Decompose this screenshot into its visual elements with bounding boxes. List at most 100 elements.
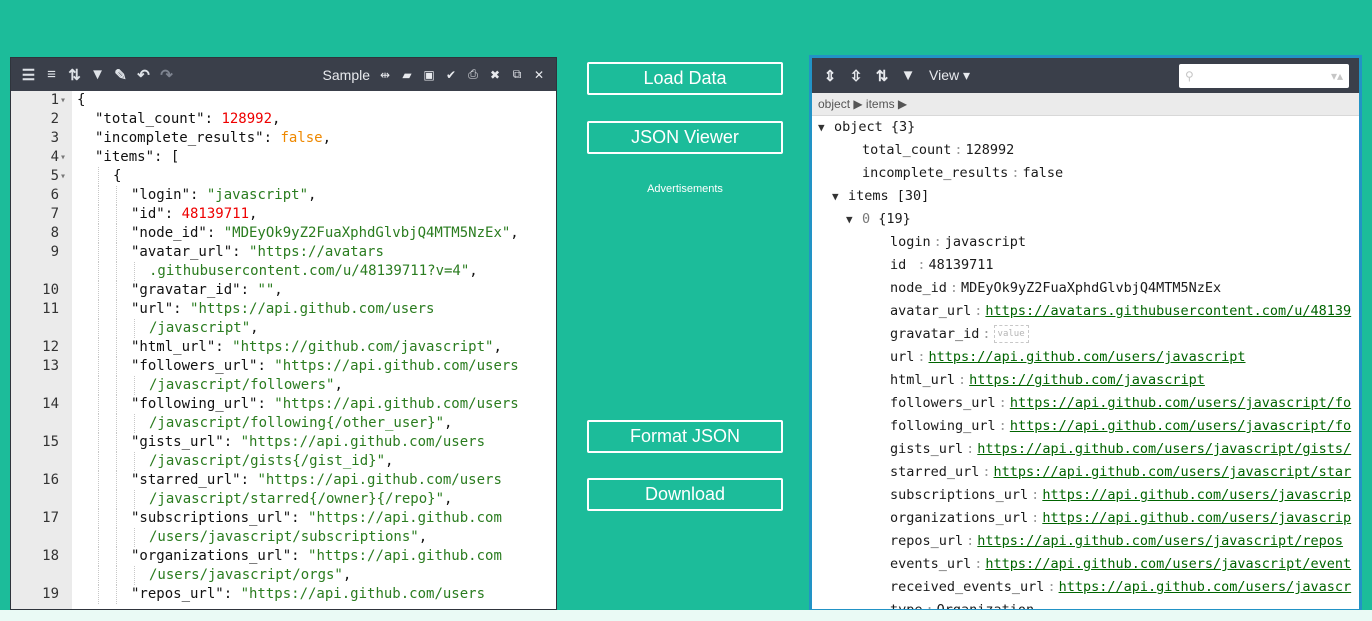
code-line[interactable]: /javascript/gists{/gist_id}", <box>11 452 556 471</box>
filter-icon[interactable]: ▼ <box>895 65 921 87</box>
code-line[interactable]: /javascript/followers", <box>11 376 556 395</box>
tree-key[interactable]: followers_url <box>890 395 996 411</box>
tree-key[interactable]: object <box>834 119 883 135</box>
tree-row[interactable]: node_id: MDEyOk9yZ2FuaXphdGlvbjQ4MTM5NzEx <box>874 277 1221 300</box>
code-line[interactable]: .githubusercontent.com/u/48139711?v=4", <box>11 262 556 281</box>
json-viewer-button[interactable]: JSON Viewer <box>587 121 783 154</box>
fold-toggle-icon[interactable]: ▾ <box>60 91 70 110</box>
undo-icon[interactable]: ↶ <box>132 64 155 86</box>
move-icon[interactable]: ⇹ <box>374 64 396 86</box>
close-icon[interactable]: ✖ <box>484 64 506 86</box>
tree-link-value[interactable]: https://api.github.com/users/javascript/… <box>1010 395 1351 411</box>
tree-key[interactable]: 0 <box>862 211 870 227</box>
tree-row[interactable]: html_url: https://github.com/javascript <box>874 369 1205 392</box>
search-nav-icon[interactable]: ▾▴ <box>1331 69 1343 83</box>
tree-key[interactable]: gravatar_id <box>890 326 979 342</box>
tree-row[interactable]: gists_url: https://api.github.com/users/j… <box>874 438 1351 461</box>
tree-row[interactable]: following_url: https://api.github.com/use… <box>874 415 1351 438</box>
tree-link-value[interactable]: https://api.github.com/users/javascr <box>1059 579 1352 595</box>
redo-icon[interactable]: ↷ <box>155 64 178 86</box>
tree-row[interactable]: ▼ 0 {19} <box>846 208 911 231</box>
tree-link-value[interactable]: https://api.github.com/users/javascript <box>929 349 1246 365</box>
code-line[interactable]: 7 "id": 48139711, <box>11 205 556 224</box>
tree-key[interactable]: events_url <box>890 556 971 572</box>
tree-key[interactable]: repos_url <box>890 533 963 549</box>
breadcrumb[interactable]: object ▶ items ▶ <box>812 93 1359 116</box>
tree-row[interactable]: organizations_url: https://api.github.com… <box>874 507 1351 530</box>
expand-all-icon[interactable]: ⇕ <box>817 65 843 87</box>
code-line[interactable]: 17 "subscriptions_url": "https://api.gith… <box>11 509 556 528</box>
tree-value[interactable]: false <box>1022 165 1063 181</box>
compact-icon[interactable]: ≡ <box>40 64 63 86</box>
tree-link-value[interactable]: https://api.github.com/users/javascript/… <box>1010 418 1351 434</box>
tree-key[interactable]: total_count <box>862 142 951 158</box>
load-data-button[interactable]: Load Data <box>587 62 783 95</box>
code-line[interactable]: 9 "avatar_url": "https://avatars <box>11 243 556 262</box>
tree-row[interactable]: incomplete_results: false <box>846 162 1063 185</box>
check-icon[interactable]: ✔ <box>440 64 462 86</box>
collapse-arrow-icon[interactable]: ▼ <box>846 208 862 231</box>
code-line[interactable]: 14 "following_url": "https://api.github.c… <box>11 395 556 414</box>
tree-row[interactable]: id :48139711 <box>874 254 994 277</box>
tree-value[interactable]: [30] <box>897 188 930 204</box>
code-line[interactable]: 13 "followers_url": "https://api.github.c… <box>11 357 556 376</box>
open-folder-icon[interactable]: ▰ <box>396 64 418 86</box>
tree-key[interactable]: login <box>890 234 931 250</box>
code-line[interactable]: 18 "organizations_url": "https://api.gith… <box>11 547 556 566</box>
tree-key[interactable]: organizations_url <box>890 510 1028 526</box>
tree-value[interactable]: javascript <box>945 234 1026 250</box>
filter-icon[interactable]: ▼ <box>86 64 109 86</box>
code-line[interactable]: /users/javascript/orgs", <box>11 566 556 585</box>
tree-row[interactable]: events_url: https://api.github.com/users/… <box>874 553 1351 576</box>
tree-key[interactable]: id <box>890 257 906 273</box>
tree-value[interactable]: value <box>993 325 1029 343</box>
tree-link-value[interactable]: https://github.com/javascript <box>969 372 1205 388</box>
tree-value[interactable]: {19} <box>878 211 911 227</box>
tree-row[interactable]: starred_url: https://api.github.com/users… <box>874 461 1351 484</box>
tree-key[interactable]: url <box>890 349 914 365</box>
tree-row[interactable]: login: javascript <box>874 231 1026 254</box>
download-button[interactable]: Download <box>587 478 783 511</box>
tree-key[interactable]: avatar_url <box>890 303 971 319</box>
tree-link-value[interactable]: https://avatars.githubusercontent.com/u/… <box>985 303 1351 319</box>
tree-row[interactable]: avatar_url: https://avatars.githubusercon… <box>874 300 1351 323</box>
code-line[interactable]: 12 "html_url": "https://github.com/javasc… <box>11 338 556 357</box>
collapse-arrow-icon[interactable]: ▼ <box>818 116 834 139</box>
tree-key[interactable]: received_events_url <box>890 579 1044 595</box>
tree-row[interactable]: ▼ items [30] <box>832 185 929 208</box>
view-menu[interactable]: View ▾ <box>929 67 970 84</box>
tree-value[interactable]: 48139711 <box>929 257 994 273</box>
tree-row[interactable]: url: https://api.github.com/users/javascr… <box>874 346 1246 369</box>
format-icon[interactable]: ☰ <box>17 64 40 86</box>
code-line[interactable]: 8 "node_id": "MDEyOk9yZ2FuaXphdGlvbjQ4MTM… <box>11 224 556 243</box>
tree-link-value[interactable]: https://api.github.com/users/javascrip <box>1042 487 1351 503</box>
tree-value[interactable]: MDEyOk9yZ2FuaXphdGlvbjQ4MTM5NzEx <box>961 280 1221 296</box>
tree-link-value[interactable]: https://api.github.com/users/javascript/… <box>994 464 1352 480</box>
tree-key[interactable]: node_id <box>890 280 947 296</box>
save-icon[interactable]: ▣ <box>418 64 440 86</box>
tree-key[interactable]: incomplete_results <box>862 165 1008 181</box>
tree-key[interactable]: starred_url <box>890 464 979 480</box>
print-icon[interactable]: ⎙ <box>462 64 484 86</box>
code-line[interactable]: 15 "gists_url": "https://api.github.com/u… <box>11 433 556 452</box>
code-line[interactable]: 10 "gravatar_id": "", <box>11 281 556 300</box>
code-line[interactable]: /javascript/starred{/owner}{/repo}", <box>11 490 556 509</box>
tree-value[interactable]: {3} <box>891 119 915 135</box>
tree-key[interactable]: items <box>848 188 889 204</box>
code-line[interactable]: 1 ▾ { <box>11 91 556 110</box>
tree-row[interactable]: received_events_url: https://api.github.c… <box>874 576 1351 599</box>
search-input[interactable]: ⚲ ▾▴ <box>1179 63 1349 88</box>
tree-row[interactable]: repos_url: https://api.github.com/users/j… <box>874 530 1343 553</box>
expand-icon[interactable]: ✕ <box>528 64 550 86</box>
tree-key[interactable]: html_url <box>890 372 955 388</box>
collapse-all-icon[interactable]: ⇳ <box>843 65 869 87</box>
code-line[interactable]: 6 "login": "javascript", <box>11 186 556 205</box>
code-line[interactable]: 3 "incomplete_results": false, <box>11 129 556 148</box>
tree-value[interactable]: 128992 <box>966 142 1015 158</box>
tree-row[interactable]: gravatar_id: value <box>874 323 1029 346</box>
code-line[interactable]: 2 "total_count": 128992, <box>11 110 556 129</box>
tree-link-value[interactable]: https://api.github.com/users/javascript/… <box>977 441 1351 457</box>
sort-icon[interactable]: ⇅ <box>869 65 895 87</box>
tree-link-value[interactable]: https://api.github.com/users/javascript/… <box>977 533 1343 549</box>
copy-icon[interactable]: ⧉ <box>506 64 528 86</box>
